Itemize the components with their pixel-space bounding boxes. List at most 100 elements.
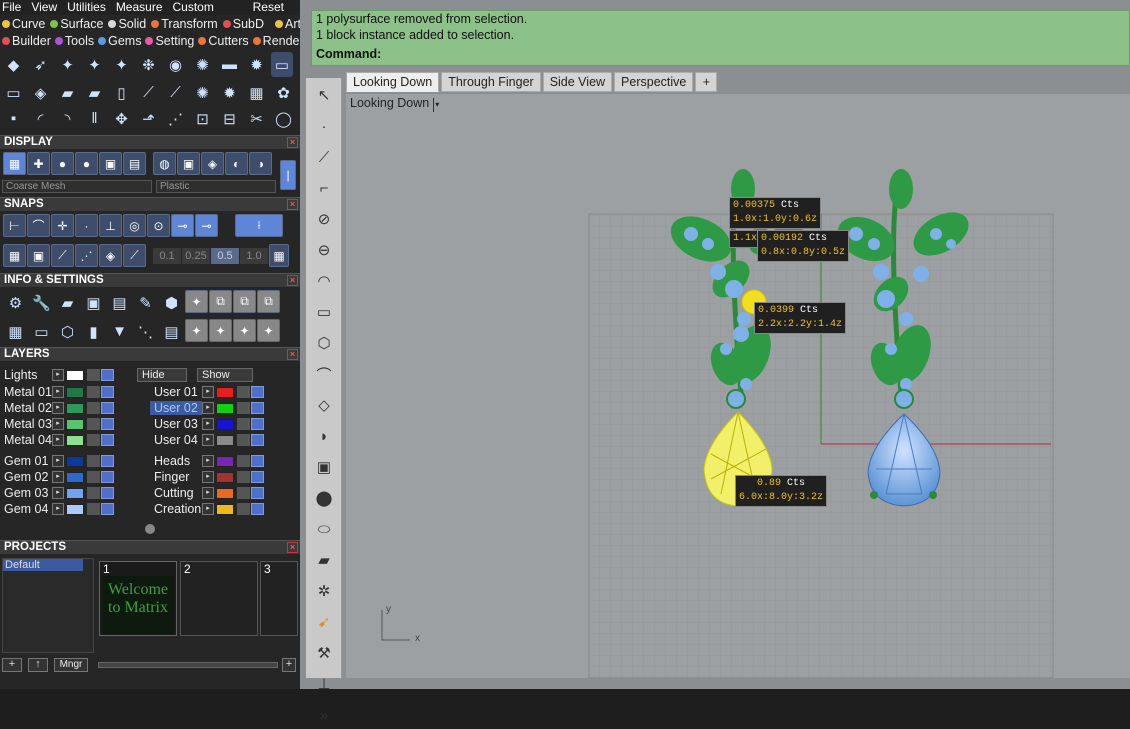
box-icon[interactable]: ▣ [310,453,338,481]
tab-render[interactable]: Render [252,33,300,49]
layer-name[interactable]: Gem 01 [0,454,52,468]
expand-icon[interactable]: ▸ [52,369,64,381]
visible-icon[interactable] [101,455,114,467]
visible-icon[interactable] [251,503,264,515]
tools-icon[interactable]: ⚒ [310,639,338,667]
tab-art[interactable]: Art [275,16,300,32]
shell-tool-icon[interactable]: ◉ [163,52,188,77]
layer-color-swatch[interactable] [66,455,84,467]
point-icon[interactable]: · [310,112,338,140]
tool-e-icon[interactable]: ✦ [185,319,208,342]
layer-color-swatch[interactable] [66,503,84,515]
env-icon[interactable]: ◐ [225,152,248,175]
reset-button[interactable]: Reset [253,0,284,15]
project-default[interactable]: Default [3,559,83,571]
left-layer-row[interactable]: Gem 03 ▸ [0,485,150,501]
snap-end-icon[interactable]: ⊢ [3,214,26,237]
right-layer-row[interactable]: Creation ▸ [150,501,300,517]
material-select[interactable]: Plastic [156,180,276,193]
pin-icon[interactable]: ⊥ [310,670,338,698]
xray-icon[interactable]: ▣ [99,152,122,175]
viewport-label[interactable]: Looking Down ▾ [350,96,440,112]
grid-toggle-icon[interactable]: ▦ [269,244,289,267]
project-slot-3[interactable]: 3 [260,561,298,636]
up-icon[interactable]: ↑ [28,658,48,672]
prong-tool-icon[interactable]: ⟋ [136,80,161,105]
layer-color-swatch[interactable] [216,386,234,398]
visible-icon[interactable] [101,487,114,499]
fillet-icon[interactable]: ⌒ [310,360,338,388]
block-tool-icon[interactable]: ⊟ [217,106,242,131]
pipe-tool-icon[interactable]: ✦ [82,52,107,77]
bar-tool-icon[interactable]: ▰ [82,80,107,105]
mesh-select[interactable]: Coarse Mesh [2,180,152,193]
right-layer-row[interactable]: Finger ▸ [150,469,300,485]
layer-color-swatch[interactable] [66,471,84,483]
viewport[interactable]: y x [346,94,1130,678]
tool-h-icon[interactable]: ✦ [257,319,280,342]
cube-view-icon[interactable]: ⬡ [55,319,80,344]
expand-icon[interactable]: ▸ [52,434,64,446]
lock-icon[interactable] [237,418,250,430]
layer-name[interactable]: User 02 [150,401,202,415]
shaded-icon[interactable]: ✚ [27,152,50,175]
mirror-tool-icon[interactable]: ‖ [82,106,107,131]
tool-g-icon[interactable]: ✦ [233,319,256,342]
curve-icon[interactable]: ⌐ [310,174,338,202]
expand-icon[interactable]: ▸ [202,487,214,499]
add-icon[interactable]: + [2,658,22,672]
shape-icon[interactable]: ⬢ [159,290,184,315]
tab-tools[interactable]: Tools [54,33,94,49]
project-slot-1[interactable]: 1 Welcome to Matrix [99,561,177,636]
menu-utilities[interactable]: Utilities [67,0,106,15]
visible-icon[interactable] [251,487,264,499]
lock-icon[interactable] [87,455,100,467]
eye-snap-icon[interactable]: ◈ [99,244,122,267]
layer-name[interactable]: Metal 02 [0,401,52,415]
layer-name[interactable]: Metal 01 [0,385,52,399]
right-layer-row[interactable]: Heads ▸ [150,453,300,469]
layer-color-swatch[interactable] [66,418,84,430]
lock-icon[interactable] [87,434,100,446]
lock-icon[interactable] [87,402,100,414]
viewports-icon[interactable]: ▦ [3,319,28,344]
right-layer-row[interactable]: User 04 ▸ [150,432,300,448]
close-icon[interactable]: × [287,349,298,360]
measure-snap-icon[interactable]: ⟋ [123,244,146,267]
tab-subd[interactable]: SubD [222,16,264,32]
tolerance-0[interactable]: 0.1 [153,248,181,264]
lights-swatch[interactable] [66,369,84,381]
surface-tool-icon[interactable]: ◆ [1,52,26,77]
cylinder-icon[interactable]: ⬭ [310,515,338,543]
offset-tool-icon[interactable]: ◝ [55,106,80,131]
material-icon[interactable]: ● [75,152,98,175]
visible-icon[interactable] [251,418,264,430]
ghosted-icon[interactable]: ◈ [201,152,224,175]
tolerance-2[interactable]: 0.5 [211,248,239,264]
grid-snap-icon[interactable]: ▦ [3,244,26,267]
add-project-icon[interactable]: + [282,658,296,672]
wrench-icon[interactable]: 🔧 [29,290,54,315]
tolerance-3[interactable]: 1.0 [240,248,268,264]
visible-icon[interactable] [251,434,264,446]
lock-icon[interactable] [237,455,250,467]
layer-name[interactable]: User 03 [150,417,202,431]
tool-c-icon[interactable]: ⧉ [233,290,256,313]
snap-quad-icon[interactable]: ⊙ [147,214,170,237]
layer-color-swatch[interactable] [216,418,234,430]
lock-icon[interactable] [87,471,100,483]
layer-name[interactable]: Heads [150,454,202,468]
tab-transform[interactable]: Transform [151,16,218,32]
rectangle-icon[interactable]: ▭ [310,298,338,326]
lock-icon[interactable] [87,487,100,499]
layer-color-swatch[interactable] [66,434,84,446]
menu-custom[interactable]: Custom [173,0,214,15]
layer-name[interactable]: Gem 02 [0,470,52,484]
right-layer-row[interactable]: User 01 ▸ [150,384,300,400]
move-tool-icon[interactable]: ✥ [109,106,134,131]
rendered-icon[interactable]: ● [51,152,74,175]
gem-group-icon[interactable]: ✲ [310,577,338,605]
scale-tool-icon[interactable]: ⬏ [136,106,161,131]
polygon-icon[interactable]: ⬡ [310,329,338,357]
visible-icon[interactable] [251,471,264,483]
